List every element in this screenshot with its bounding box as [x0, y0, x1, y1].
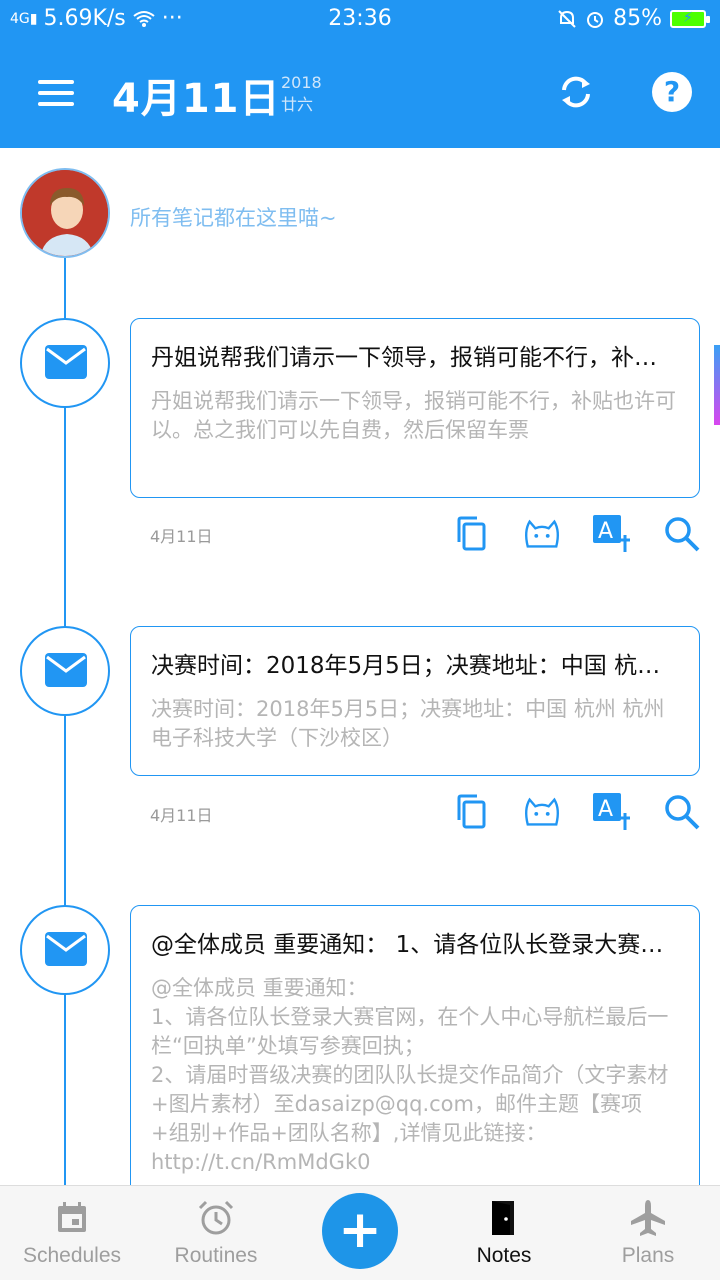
date-year-lunar: 2018 廿六: [281, 72, 322, 116]
tab-plans[interactable]: Plans: [576, 1198, 720, 1268]
note-title: 丹姐说帮我们请示一下领导，报销可能不行，补贴也许可以。总之我们可以先自费，然后保…: [151, 345, 677, 371]
page-title-date[interactable]: 4月11日: [112, 66, 281, 124]
note-date: 4月11日: [150, 527, 213, 546]
tab-schedules[interactable]: Schedules: [0, 1198, 144, 1268]
note-card[interactable]: 决赛时间：2018年5月5日；决赛地址：中国 杭州 杭州电子科技大学（下沙校区）…: [130, 626, 700, 776]
mail-icon: [20, 626, 110, 716]
tab-routines-label: Routines: [174, 1244, 258, 1267]
translate-icon[interactable]: A: [592, 514, 632, 554]
cat-icon[interactable]: [522, 514, 562, 554]
tab-notes[interactable]: Notes: [432, 1198, 576, 1268]
battery-percent: 85%: [613, 6, 662, 31]
calendar-icon: [58, 1202, 86, 1232]
note-date: 4月11日: [150, 806, 213, 825]
search-icon[interactable]: [662, 792, 702, 832]
note-body: 决赛时间：2018年5月5日；决赛地址：中国 杭州 杭州电子科技大学（下沙校区）: [151, 697, 665, 750]
airplane-icon: [631, 1200, 665, 1236]
help-icon[interactable]: ?: [652, 72, 692, 112]
svg-text:A: A: [598, 797, 613, 822]
note-card[interactable]: @全体成员 重要通知： 1、请各位队长登录大赛官网 @全体成员 重要通知： 1、…: [130, 905, 700, 1205]
copy-icon[interactable]: [452, 514, 492, 554]
battery-icon: ⚡: [670, 9, 710, 28]
greeting-text: 所有笔记都在这里喵~: [130, 206, 337, 230]
mail-icon: [20, 318, 110, 408]
menu-icon[interactable]: [38, 80, 74, 106]
note-body: @全体成员 重要通知： 1、请各位队长登录大赛官网，在个人中心导航栏最后一栏“回…: [151, 976, 669, 1174]
svg-text:A: A: [598, 519, 613, 544]
app-header: 4G▮ 5.69K/s ··· 23:36 85% ⚡ 4月11日 2018 廿…: [0, 0, 720, 148]
alarm-icon: [587, 11, 604, 28]
edge-scroll-accent: [714, 345, 720, 425]
tab-plans-label: Plans: [621, 1244, 675, 1267]
lunar-day-label: 廿六: [281, 95, 314, 114]
mute-bell-icon: [558, 9, 576, 28]
year-label: 2018: [281, 73, 322, 92]
cat-icon[interactable]: [522, 792, 562, 832]
sync-icon[interactable]: [556, 72, 596, 112]
note-title: 决赛时间：2018年5月5日；决赛地址：中国 杭州 杭州电子科技大学（下沙校区）: [151, 653, 677, 679]
door-icon: [492, 1201, 514, 1235]
add-button[interactable]: +: [322, 1193, 398, 1269]
mail-icon: [20, 905, 110, 995]
note-title: @全体成员 重要通知： 1、请各位队长登录大赛官网: [151, 932, 677, 958]
copy-icon[interactable]: [452, 792, 492, 832]
status-bar: 4G▮ 5.69K/s ··· 23:36 85% ⚡: [0, 0, 720, 40]
note-actions: A: [452, 514, 702, 554]
search-icon[interactable]: [662, 514, 702, 554]
avatar[interactable]: [20, 168, 110, 258]
note-card[interactable]: 丹姐说帮我们请示一下领导，报销可能不行，补贴也许可以。总之我们可以先自费，然后保…: [130, 318, 700, 498]
tab-notes-label: Notes: [476, 1244, 532, 1267]
note-body: 丹姐说帮我们请示一下领导，报销可能不行，补贴也许可以。总之我们可以先自费，然后保…: [151, 389, 676, 442]
tab-schedules-label: Schedules: [22, 1244, 122, 1267]
tab-routines[interactable]: Routines: [144, 1198, 288, 1268]
alarm-clock-icon: [198, 1200, 234, 1235]
translate-icon[interactable]: A: [592, 792, 632, 832]
note-actions: A: [452, 792, 702, 832]
